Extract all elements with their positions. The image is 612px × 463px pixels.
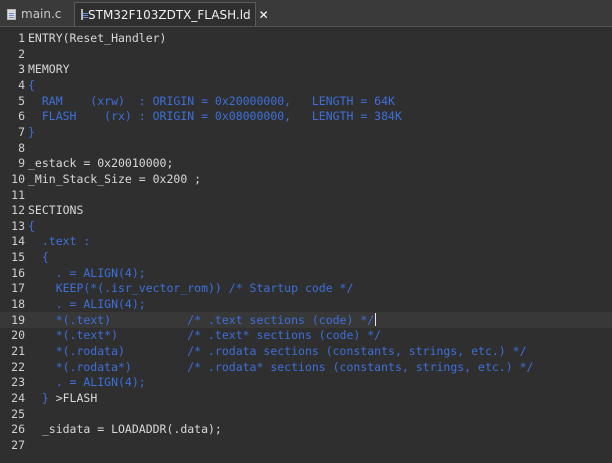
code-text: .text :	[28, 234, 91, 249]
editor-tab-bar: main.c STM32F103ZDTX_FLASH.ld ✕	[0, 0, 612, 27]
code-text: . = ALIGN(4);	[28, 297, 146, 312]
code-text: . = ALIGN(4);	[28, 375, 146, 390]
code-text: _estack = 0x20010000;	[28, 156, 174, 171]
line-number: 19	[11, 312, 25, 327]
text-cursor	[375, 312, 377, 326]
line-number: 14	[11, 234, 25, 249]
code-line[interactable]: 11	[0, 187, 612, 203]
code-line[interactable]: 21 *(.rodata) /* .rodata sections (const…	[0, 343, 612, 359]
line-number: 15	[11, 250, 25, 265]
code-text: ENTRY(Reset_Handler)	[28, 31, 167, 45]
code-text: *(.rodata*) /* .rodata* sections (consta…	[28, 359, 534, 374]
code-line[interactable]: 10 _Min_Stack_Size = 0x200 ;	[0, 171, 612, 187]
tab-label: main.c	[21, 7, 62, 21]
tab-linker-script[interactable]: STM32F103ZDTX_FLASH.ld ✕	[74, 2, 269, 26]
c-file-icon	[7, 8, 16, 20]
code-line[interactable]: 18 . = ALIGN(4);	[0, 296, 612, 312]
tab-label: STM32F103ZDTX_FLASH.ld	[88, 7, 251, 22]
code-line[interactable]: 6 FLASH (rx) : ORIGIN = 0x08000000, LENG…	[0, 108, 612, 124]
line-number: 4	[18, 77, 25, 92]
code-line[interactable]: 16 . = ALIGN(4);	[0, 265, 612, 281]
ide-window: main.c STM32F103ZDTX_FLASH.ld ✕ 1 ENTRY(R…	[0, 0, 612, 463]
code-text: }	[28, 124, 35, 139]
line-number: 11	[11, 187, 25, 202]
code-line[interactable]: 4{	[0, 77, 612, 93]
line-number: 17	[11, 281, 25, 296]
code-line[interactable]: 23 . = ALIGN(4);	[0, 374, 612, 390]
code-text: . = ALIGN(4);	[28, 265, 146, 280]
line-number: 12	[11, 203, 25, 218]
code-line[interactable]: 2	[0, 46, 612, 62]
code-line[interactable]: 7}	[0, 124, 612, 140]
code-text: } >FLASH	[28, 390, 98, 405]
code-text: SECTIONS	[28, 203, 84, 218]
code-text: KEEP(*(.isr_vector_rom)) /* Startup code…	[28, 281, 354, 296]
code-line[interactable]: 22 *(.rodata*) /* .rodata* sections (con…	[0, 359, 612, 375]
tab-main-c[interactable]: main.c	[2, 2, 72, 26]
code-line[interactable]: 26 _sidata = LOADADDR(.data);	[0, 421, 612, 437]
code-line[interactable]: 27	[0, 437, 612, 453]
code-line[interactable]: 3 MEMORY	[0, 61, 612, 77]
line-number: 22	[11, 359, 25, 374]
line-number: 21	[11, 344, 25, 358]
line-number: 18	[11, 297, 25, 312]
line-number: 23	[11, 375, 25, 390]
code-line[interactable]: 19 *(.text) /* .text sections (code) */	[0, 311, 612, 328]
code-line[interactable]: 14 .text :	[0, 233, 612, 249]
line-number: 10	[11, 171, 25, 186]
line-number: 5	[18, 93, 25, 108]
line-number: 20	[11, 328, 25, 343]
line-number: 1	[18, 31, 25, 45]
code-text: *(.rodata) /* .rodata sections (constant…	[28, 344, 527, 358]
code-line[interactable]: 13{	[0, 218, 612, 234]
code-line[interactable]: 9 _estack = 0x20010000;	[0, 155, 612, 171]
code-text: _sidata = LOADADDR(.data);	[28, 422, 222, 437]
code-line[interactable]: 8	[0, 140, 612, 156]
code-text: {	[28, 77, 35, 92]
line-number: 25	[11, 406, 25, 421]
code-line[interactable]: 20 *(.text*) /* .text* sections (code) *…	[0, 327, 612, 343]
code-text: {	[28, 218, 35, 233]
code-line[interactable]: 24 } >FLASH	[0, 390, 612, 406]
code-editor[interactable]: 1 ENTRY(Reset_Handler) 2 3 MEMORY 4{5 RAM (xr…	[0, 27, 612, 463]
line-number: 6	[18, 109, 25, 124]
code-text: {	[28, 250, 49, 265]
line-number: 7	[18, 124, 25, 139]
line-number: 16	[11, 265, 25, 280]
code-line[interactable]: 5 RAM (xrw) : ORIGIN = 0x20000000, LENGT…	[0, 93, 612, 109]
line-number: 3	[18, 62, 25, 77]
line-number: 27	[11, 437, 25, 452]
code-text: RAM (xrw) : ORIGIN = 0x20000000, LENGTH …	[28, 93, 395, 108]
code-text: _Min_Stack_Size = 0x200 ;	[28, 171, 202, 186]
code-text: *(.text*) /* .text* sections (code) */	[28, 328, 382, 343]
line-number: 24	[11, 390, 25, 405]
line-number: 8	[18, 140, 25, 155]
ld-file-icon	[81, 9, 88, 20]
code-text: MEMORY	[28, 62, 70, 77]
code-text: *(.text) /* .text sections (code) */	[28, 312, 377, 327]
line-number: 13	[11, 218, 25, 233]
code-line[interactable]: 1 ENTRY(Reset_Handler)	[0, 30, 612, 46]
code-line[interactable]: 12 SECTIONS	[0, 202, 612, 218]
close-icon[interactable]: ✕	[259, 8, 269, 22]
code-line[interactable]: 25	[0, 406, 612, 422]
line-number: 26	[11, 422, 25, 437]
code-text: FLASH (rx) : ORIGIN = 0x08000000, LENGTH…	[28, 109, 402, 124]
code-line[interactable]: 17 KEEP(*(.isr_vector_rom)) /* Startup c…	[0, 280, 612, 296]
line-number: 9	[18, 156, 25, 171]
code-line[interactable]: 15 {	[0, 249, 612, 265]
line-number: 2	[18, 46, 25, 61]
